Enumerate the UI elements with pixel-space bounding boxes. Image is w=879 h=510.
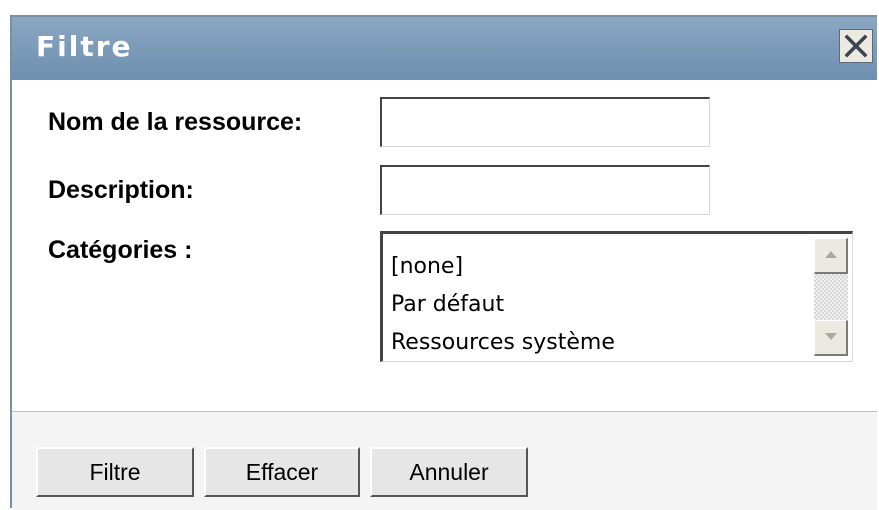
- list-item[interactable]: [none]: [391, 248, 615, 286]
- arrow-down-icon: [824, 333, 837, 340]
- resource-name-input[interactable]: [380, 97, 710, 147]
- filter-button[interactable]: Filtre: [36, 447, 194, 497]
- listbox-scrollbar[interactable]: [814, 238, 848, 356]
- scroll-up-button[interactable]: [814, 238, 848, 274]
- filter-dialog: Filtre Nom de la ressource: Description:…: [10, 15, 877, 510]
- description-input[interactable]: [380, 165, 710, 215]
- list-item[interactable]: Ressources système: [391, 324, 615, 361]
- scroll-down-button[interactable]: [814, 320, 848, 356]
- categories-list: [none] Par défaut Ressources système: [391, 248, 615, 361]
- description-label: Description:: [48, 176, 194, 204]
- arrow-up-icon: [824, 251, 837, 258]
- resource-name-label: Nom de la ressource:: [48, 108, 303, 136]
- list-item[interactable]: Par défaut: [391, 286, 615, 324]
- cancel-button[interactable]: Annuler: [370, 447, 528, 497]
- close-button[interactable]: [839, 29, 873, 63]
- categories-listbox[interactable]: [none] Par défaut Ressources système: [380, 231, 853, 362]
- clear-button[interactable]: Effacer: [204, 447, 360, 497]
- categories-label: Catégories :: [48, 236, 193, 264]
- dialog-title: Filtre: [36, 30, 133, 63]
- dialog-titlebar[interactable]: Filtre: [12, 17, 877, 80]
- close-icon: [844, 34, 868, 58]
